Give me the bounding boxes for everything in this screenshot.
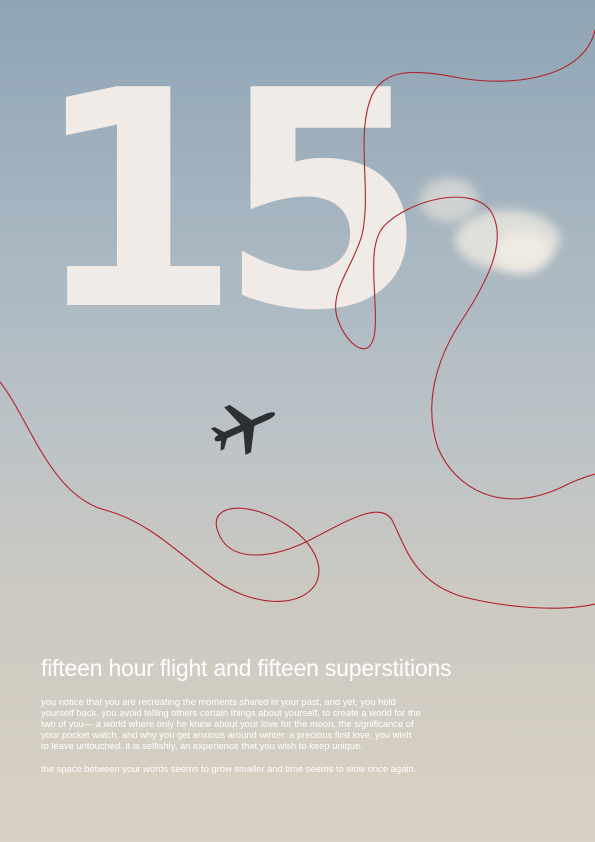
body-paragraph: you notice that you are recreating the m… (41, 696, 421, 751)
text-block: fifteen hour flight and fifteen supersti… (41, 654, 521, 786)
poster: 15 fifteen hour flight and fifteen super… (0, 0, 595, 842)
cloud (495, 232, 550, 274)
cloud (420, 178, 478, 222)
thread-lower (0, 381, 595, 609)
poster-title: fifteen hour flight and fifteen supersti… (41, 655, 452, 681)
big-number: 15 (32, 27, 428, 376)
airplane-icon (210, 404, 276, 455)
body-paragraph: the space between your words seems to gr… (41, 763, 417, 774)
